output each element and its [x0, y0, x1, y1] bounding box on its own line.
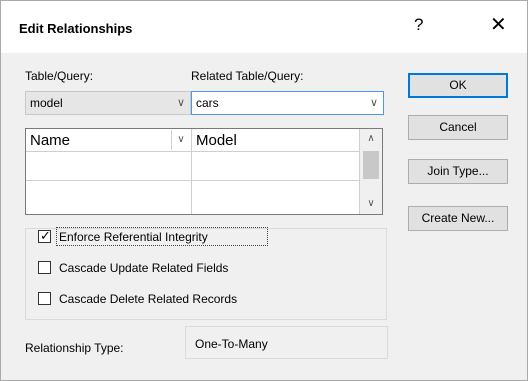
title-bar: Edit Relationships ? ✕ — [1, 1, 527, 53]
related-table-query-label: Related Table/Query: — [191, 69, 304, 83]
scrollbar-thumb[interactable] — [363, 151, 379, 179]
relationship-type-label: Relationship Type: — [25, 341, 124, 355]
chevron-down-icon: ∨ — [176, 97, 185, 109]
close-icon[interactable]: ✕ — [490, 12, 507, 37]
check-icon: ✓ — [40, 228, 51, 243]
enforce-integrity-label[interactable]: Enforce Referential Integrity — [59, 230, 208, 244]
cancel-button[interactable]: Cancel — [408, 115, 508, 140]
help-icon[interactable]: ? — [414, 15, 423, 35]
grid-cell-related-field[interactable] — [192, 181, 361, 214]
relationship-type-value: One-To-Many — [195, 337, 268, 351]
relationship-type-box: One-To-Many — [185, 326, 388, 359]
cascade-delete-label[interactable]: Cascade Delete Related Records — [59, 292, 237, 306]
grid-cell-text: Name — [30, 132, 71, 149]
chevron-up-icon[interactable]: ∧ — [360, 129, 382, 149]
ok-button[interactable]: OK — [408, 73, 508, 98]
grid-cell-table-field[interactable] — [26, 181, 192, 214]
join-type-button[interactable]: Join Type... — [408, 159, 508, 184]
grid-cell-related-field[interactable] — [192, 152, 361, 181]
related-table-query-select[interactable]: cars ∨ — [191, 91, 384, 115]
related-table-query-value: cars — [196, 96, 219, 110]
edit-relationships-dialog: Edit Relationships ? ✕ Table/Query: Rela… — [0, 0, 528, 381]
grid-scrollbar[interactable]: ∧ ∨ — [359, 129, 382, 214]
table-query-label: Table/Query: — [25, 69, 94, 83]
chevron-down-icon[interactable]: ∨ — [171, 130, 190, 150]
cascade-delete-checkbox[interactable] — [38, 292, 51, 305]
field-mapping-grid: Name ∨ Model ∧ ∨ — [25, 128, 383, 215]
enforce-integrity-checkbox[interactable]: ✓ — [38, 228, 51, 243]
create-new-button[interactable]: Create New... — [408, 206, 508, 231]
cascade-update-label[interactable]: Cascade Update Related Fields — [59, 261, 228, 275]
table-query-value: model — [30, 96, 63, 110]
chevron-down-icon[interactable]: ∨ — [360, 194, 382, 214]
grid-cell-table-field[interactable] — [26, 152, 192, 181]
grid-cell-table-field[interactable]: Name ∨ — [26, 129, 192, 152]
grid-cell-text: Model — [196, 132, 237, 149]
dialog-title: Edit Relationships — [19, 21, 133, 36]
chevron-down-icon: ∨ — [369, 97, 378, 109]
cascade-update-checkbox[interactable] — [38, 261, 51, 274]
table-query-select[interactable]: model ∨ — [25, 91, 191, 115]
grid-cell-related-field[interactable]: Model — [192, 129, 361, 152]
